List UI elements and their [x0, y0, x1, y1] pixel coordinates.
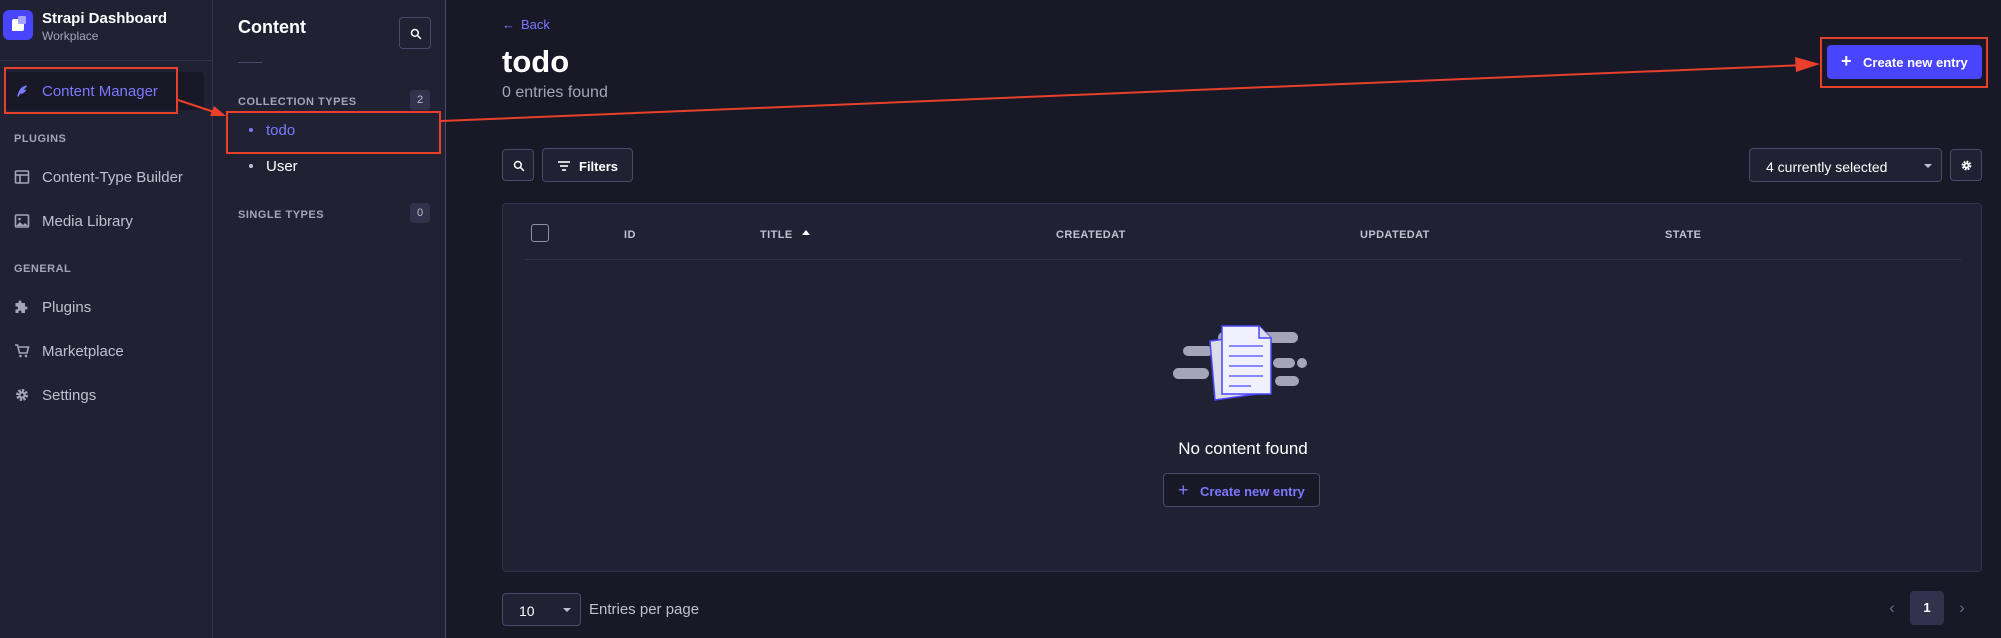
brand-subtitle: Workplace	[42, 29, 99, 43]
gear-icon	[16, 389, 28, 401]
annotation-box-todo	[226, 111, 441, 154]
columns-select[interactable]: 4 currently selected	[1749, 148, 1942, 182]
page-1-button[interactable]: 1	[1910, 591, 1944, 625]
nav-section-plugins: PLUGINS	[14, 133, 67, 145]
brand-title: Strapi Dashboard	[42, 10, 168, 27]
column-header-createdat[interactable]: CREATEDAT	[1056, 229, 1126, 241]
collection-types-count: 2	[410, 90, 430, 110]
columns-select-value: 4 currently selected	[1766, 159, 1888, 175]
collection-types-heading: COLLECTION TYPES	[238, 96, 357, 108]
annotation-box-create-entry	[1820, 37, 1988, 88]
brand-header: Strapi Dashboard Workplace	[0, 0, 213, 61]
nav-item-marketplace[interactable]: Marketplace	[4, 332, 204, 370]
nav-item-content-type-builder[interactable]: Content-Type Builder	[4, 158, 204, 196]
empty-state-text: No content found	[1178, 439, 1308, 458]
column-header-title[interactable]: TITLE	[760, 229, 793, 241]
subnav-divider	[238, 62, 262, 63]
plus-icon: +	[1178, 480, 1189, 500]
table-header-divider	[525, 259, 1961, 260]
strapi-logo-icon	[3, 10, 33, 40]
single-types-count: 0	[410, 203, 430, 223]
strapi-admin-app: Strapi Dashboard Workplace Content Manag…	[0, 0, 2001, 638]
nav-section-general: GENERAL	[14, 263, 72, 275]
back-link[interactable]: ← Back	[502, 17, 550, 33]
search-icon	[410, 28, 422, 40]
collection-item-label: User	[266, 158, 298, 175]
column-header-id[interactable]: ID	[624, 229, 636, 241]
nav-item-label: Media Library	[42, 213, 133, 230]
annotation-box-content-manager	[4, 67, 178, 114]
column-header-updatedat[interactable]: UPDATEDAT	[1360, 229, 1430, 241]
chevron-down-icon	[563, 608, 571, 612]
search-button[interactable]	[502, 149, 534, 181]
page-size-value: 10	[519, 603, 535, 619]
nav-item-settings[interactable]: Settings	[4, 376, 204, 414]
filter-icon	[558, 161, 570, 171]
puzzle-icon	[15, 300, 28, 313]
nav-item-label: Content-Type Builder	[42, 169, 183, 186]
next-page-button[interactable]: ›	[1950, 593, 1974, 623]
empty-documents-icon	[1173, 325, 1307, 401]
cart-icon	[15, 344, 30, 358]
single-types-heading: SINGLE TYPES	[238, 209, 325, 221]
nav-item-label: Marketplace	[42, 343, 124, 360]
page-title: todo	[502, 44, 570, 79]
nav-item-plugins[interactable]: Plugins	[4, 288, 204, 326]
nav-item-label: Plugins	[42, 299, 92, 316]
column-header-state[interactable]: STATE	[1665, 229, 1701, 241]
image-icon	[14, 214, 30, 228]
chevron-down-icon	[1924, 164, 1932, 168]
entries-table: ID TITLE CREATEDAT UPDATEDAT STATE No co…	[502, 203, 1982, 572]
nav-item-media-library[interactable]: Media Library	[4, 202, 204, 240]
collection-item-user[interactable]: User	[233, 151, 433, 181]
subnav-search-button[interactable]	[399, 17, 431, 49]
empty-create-new-entry-label: Create new entry	[1200, 484, 1305, 499]
sort-ascending-icon[interactable]	[802, 230, 810, 235]
filters-button[interactable]: Filters	[542, 148, 633, 182]
empty-create-new-entry-button[interactable]: + Create new entry	[1163, 473, 1320, 507]
content-sub-navigation: Content COLLECTION TYPES 2 todo User SIN…	[213, 0, 446, 638]
arrow-left-icon: ←	[502, 17, 515, 32]
layout-icon	[14, 170, 30, 184]
subnav-title: Content	[238, 17, 306, 37]
filters-label: Filters	[579, 159, 619, 174]
bullet-icon	[249, 164, 253, 168]
select-all-checkbox[interactable]	[531, 224, 549, 242]
entries-count: 0 entries found	[502, 84, 608, 101]
settings-button[interactable]	[1950, 149, 1982, 181]
gear-icon	[1961, 160, 1972, 171]
page-size-label: Entries per page	[589, 601, 700, 618]
page-size-select[interactable]: 10	[502, 593, 581, 626]
back-label: Back	[521, 17, 550, 32]
nav-item-label: Settings	[42, 387, 97, 404]
search-icon	[513, 160, 525, 172]
previous-page-button[interactable]: ‹	[1880, 593, 1904, 623]
